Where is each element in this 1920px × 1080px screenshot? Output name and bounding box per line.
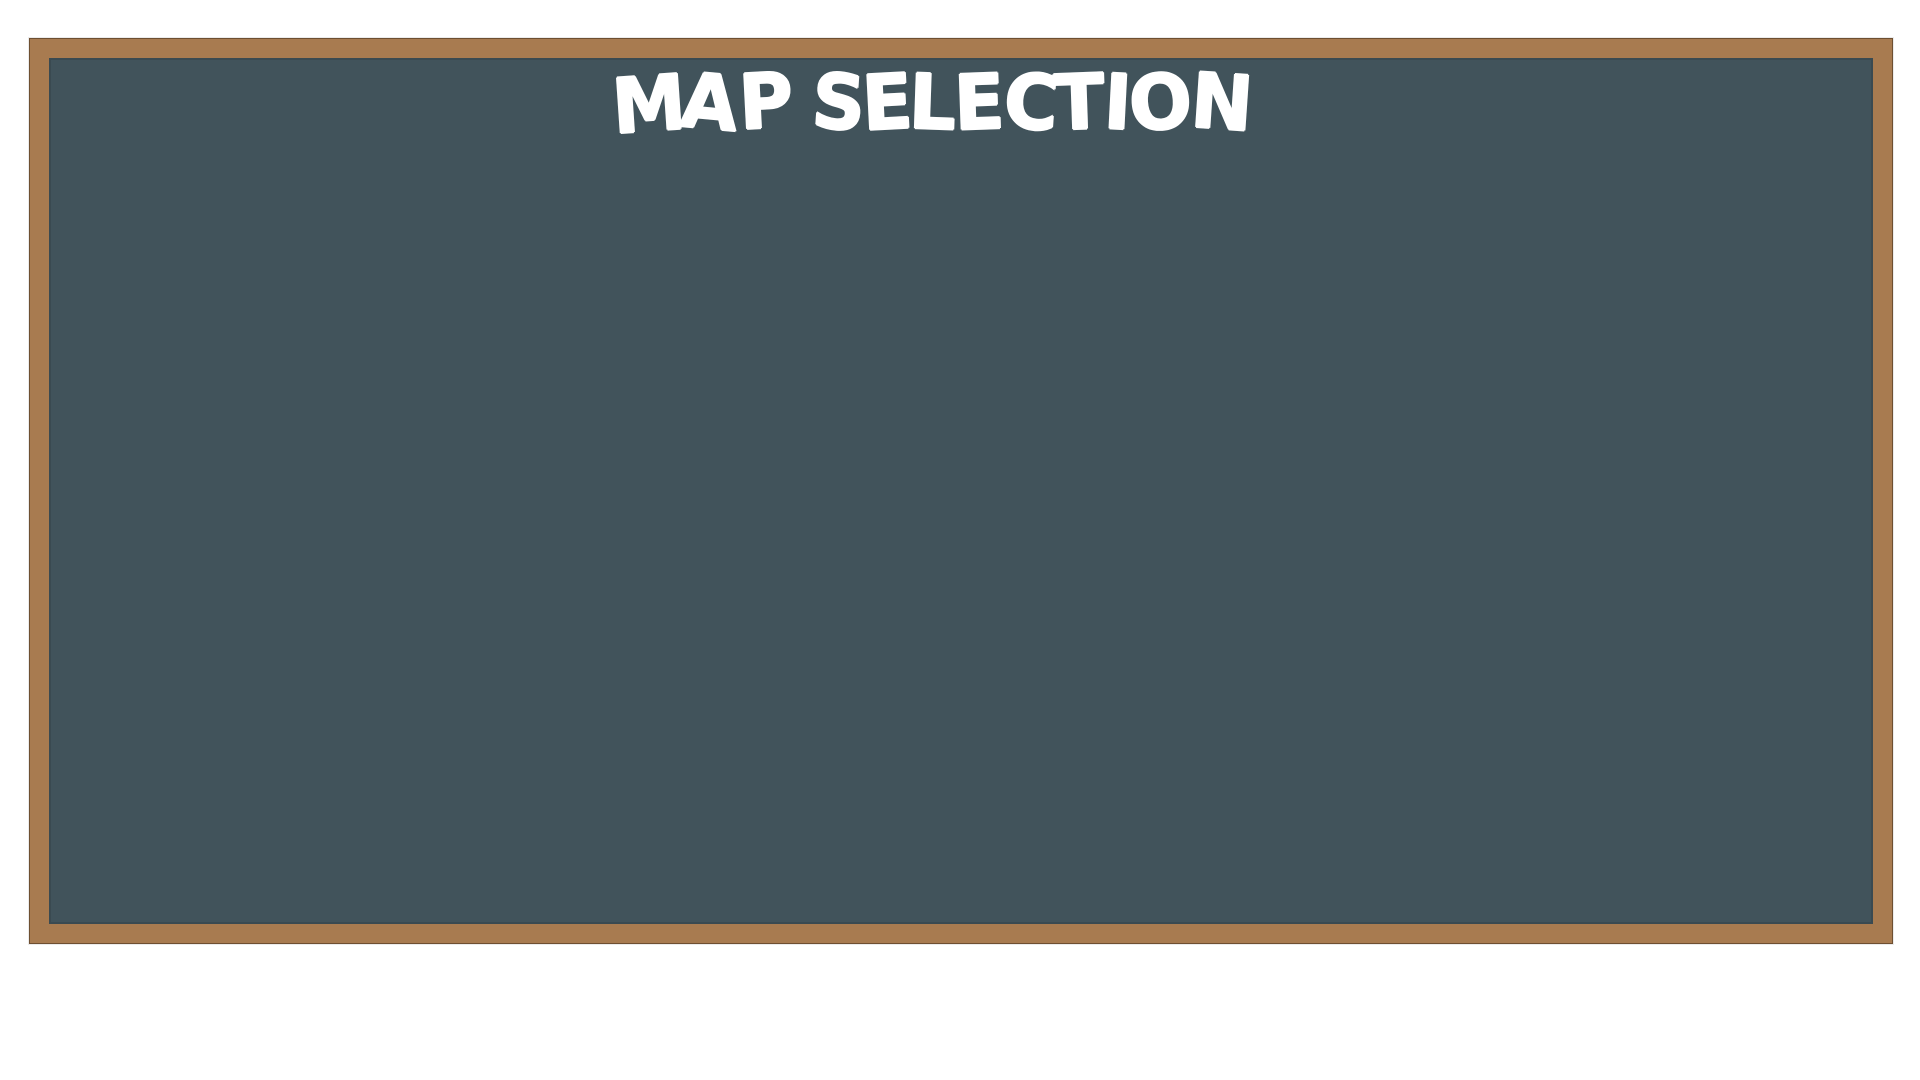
title-letter: A — [677, 56, 743, 150]
chalkboard-surface — [49, 58, 1873, 924]
map-selection-title: MAP SELECTION — [0, 56, 1893, 152]
title-letter: T — [1052, 57, 1108, 149]
title-letter: P — [736, 56, 797, 148]
title-letter: E — [952, 57, 1008, 149]
game-screen: MAP SELECTION — [0, 0, 1920, 1080]
title-letter: N — [1188, 56, 1257, 150]
title-letter: O — [1126, 56, 1196, 150]
title-letter: L — [907, 57, 959, 149]
map-selection-title-text: MAP SELECTION — [609, 56, 1257, 152]
chalkboard-frame — [29, 38, 1893, 944]
